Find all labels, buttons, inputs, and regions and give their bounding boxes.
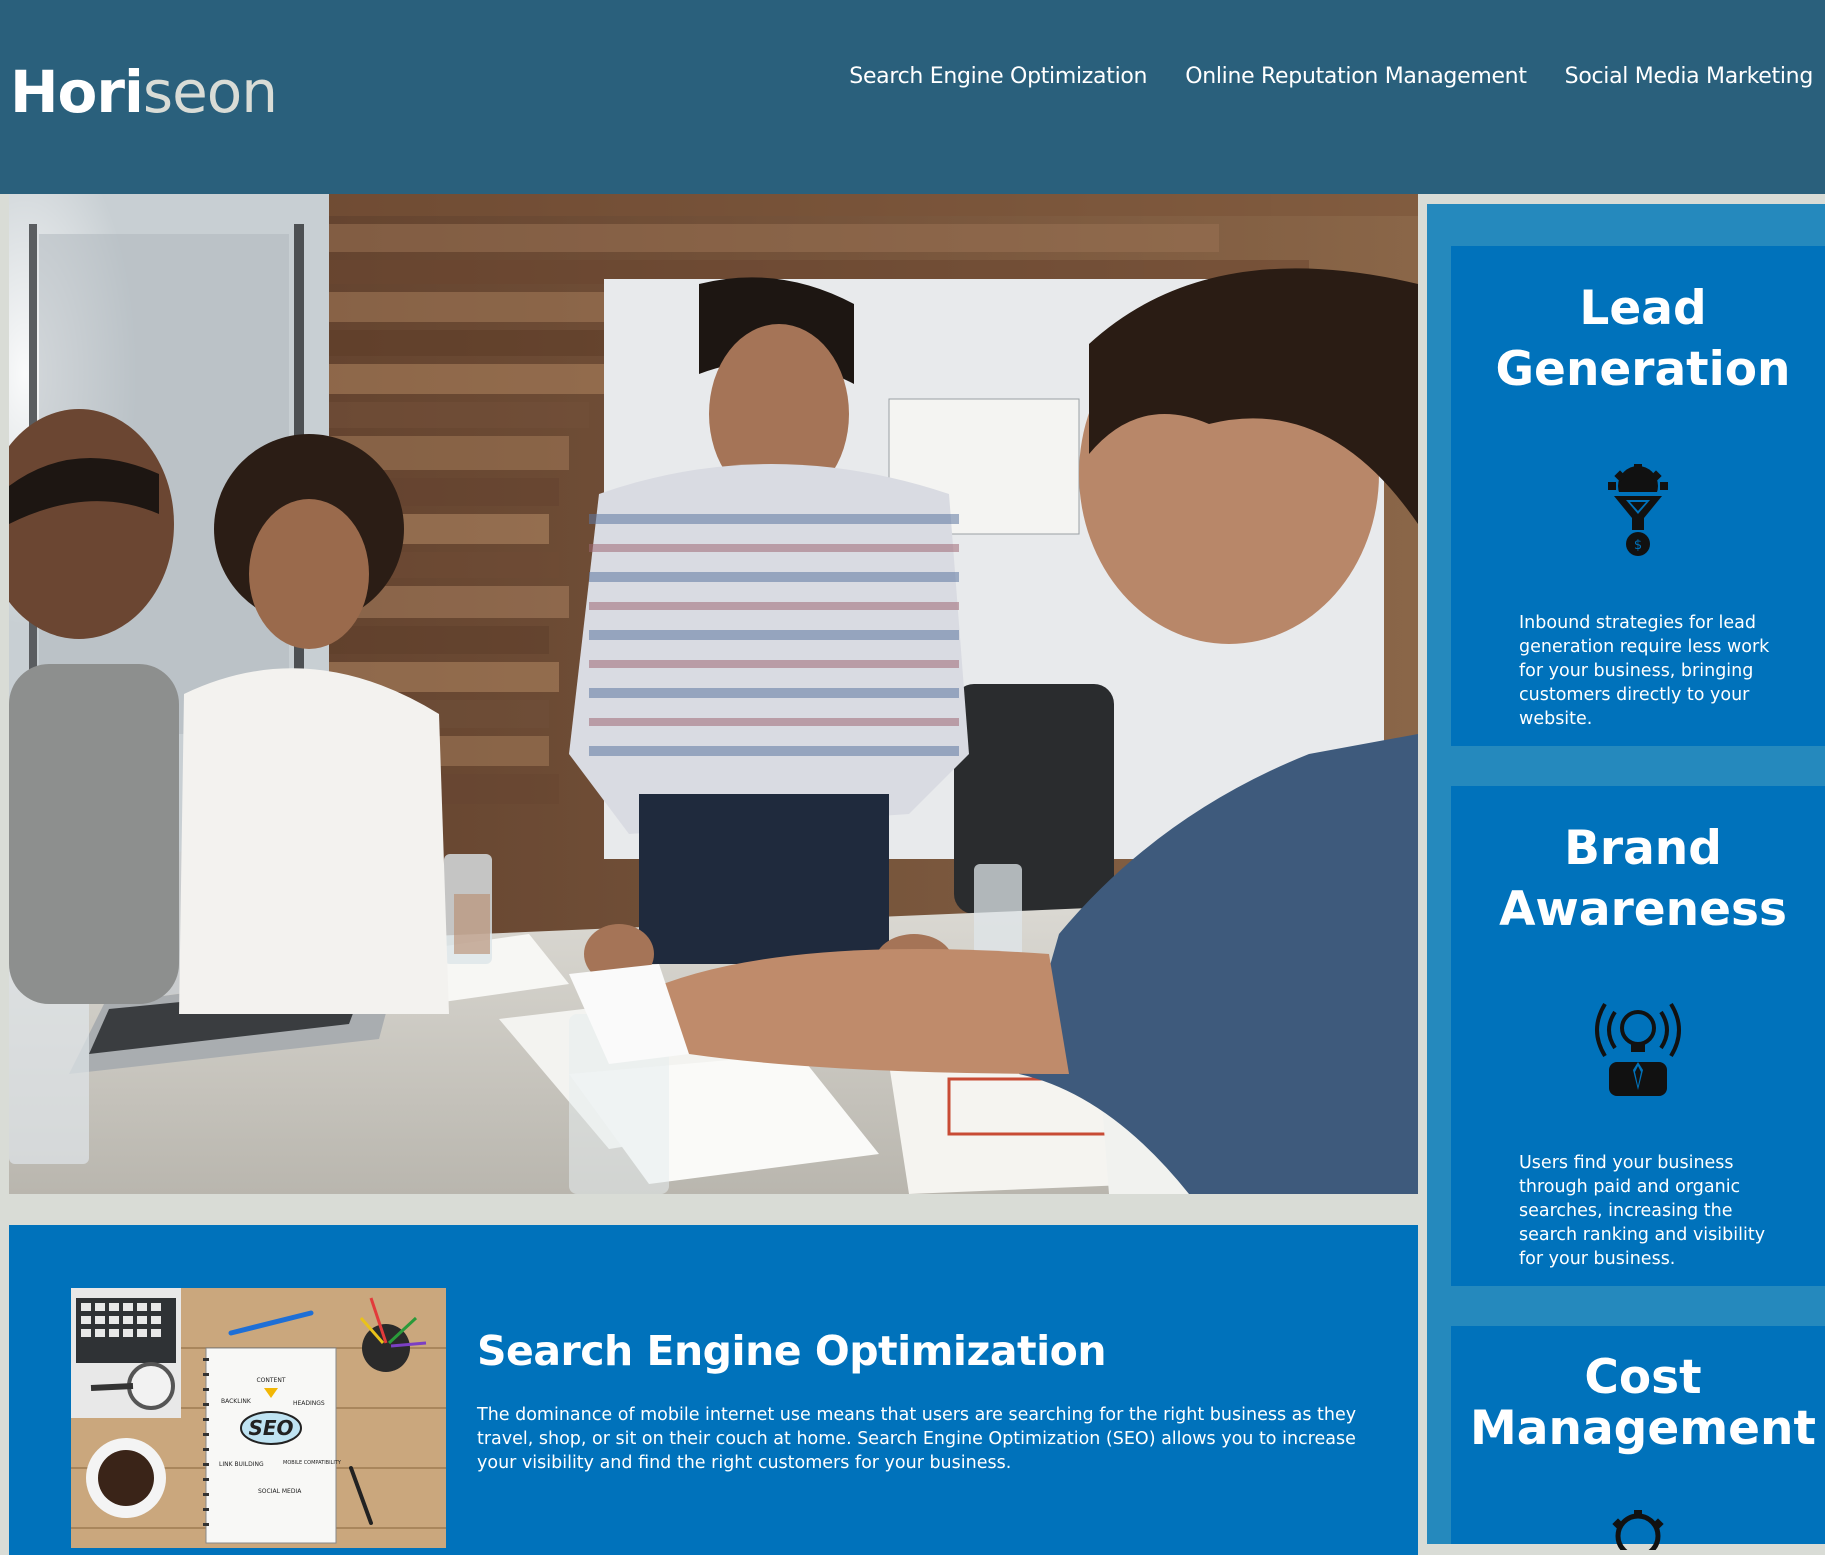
hero-image (9, 194, 1418, 1194)
benefit-card-title: Brand Awareness (1451, 786, 1825, 940)
logo-text-main: Hori (10, 58, 144, 126)
seo-image-center-word: SEO (248, 1416, 293, 1440)
benefit-card-title: Lead Generation (1451, 246, 1825, 400)
nav-link-social-media[interactable]: Social Media Marketing (1565, 64, 1814, 89)
benefit-card-title: Cost Management (1451, 1326, 1825, 1454)
benefit-card-body: Inbound strategies for lead generation r… (1519, 613, 1770, 729)
cost-management-gear-icon (1451, 1510, 1825, 1550)
seo-section-title: Search Engine Optimization (477, 1327, 1107, 1375)
site-logo[interactable]: Horiseon (10, 58, 278, 126)
benefit-card-brand-awareness: Brand Awareness Users find your business… (1451, 786, 1825, 1286)
benefit-card-title-line1: Lead (1579, 281, 1707, 336)
lead-generation-funnel-icon: $ (1451, 464, 1825, 560)
benefit-card-title-line1: Cost (1584, 1350, 1702, 1405)
benefit-card-body: Users find your business through paid an… (1519, 1153, 1766, 1269)
seo-section-body: The dominance of mobile internet use mea… (477, 1405, 1357, 1473)
seo-image-word-backlink: BACKLINK (221, 1398, 252, 1405)
benefit-card-cost-management: Cost Management (1451, 1326, 1825, 1550)
benefit-card-title-line2: Generation (1495, 342, 1791, 397)
seo-section: SEO CONTENT BACKLINK HEADINGS LINK BUILD… (9, 1225, 1418, 1555)
seo-image-word-link-building: LINK BUILDING (219, 1461, 264, 1468)
nav-link-seo[interactable]: Search Engine Optimization (849, 64, 1147, 89)
nav-link-reputation[interactable]: Online Reputation Management (1185, 64, 1527, 89)
svg-text:$: $ (1634, 538, 1642, 553)
seo-image-word-mobile: MOBILE COMPATIBILITY (283, 1460, 342, 1466)
seo-section-image: SEO CONTENT BACKLINK HEADINGS LINK BUILD… (71, 1288, 446, 1548)
benefits-sidebar: Lead Generation $ Inbound strategies for… (1427, 204, 1825, 1550)
benefit-card-title-line2: Management (1470, 1401, 1816, 1456)
site-header: Horiseon Search Engine Optimization Onli… (0, 0, 1825, 194)
benefit-card-lead-generation: Lead Generation $ Inbound strategies for… (1451, 246, 1825, 746)
logo-text-accent: seon (142, 58, 278, 126)
benefit-card-title-line2: Awareness (1499, 882, 1787, 937)
benefit-card-title-line1: Brand (1564, 821, 1722, 876)
main-nav: Search Engine Optimization Online Reputa… (849, 64, 1813, 89)
seo-image-word-headings: HEADINGS (293, 1400, 325, 1407)
seo-image-word-social: SOCIAL MEDIA (258, 1488, 302, 1495)
seo-image-word-content: CONTENT (256, 1377, 285, 1384)
brand-awareness-lightbulb-icon (1451, 1000, 1825, 1096)
